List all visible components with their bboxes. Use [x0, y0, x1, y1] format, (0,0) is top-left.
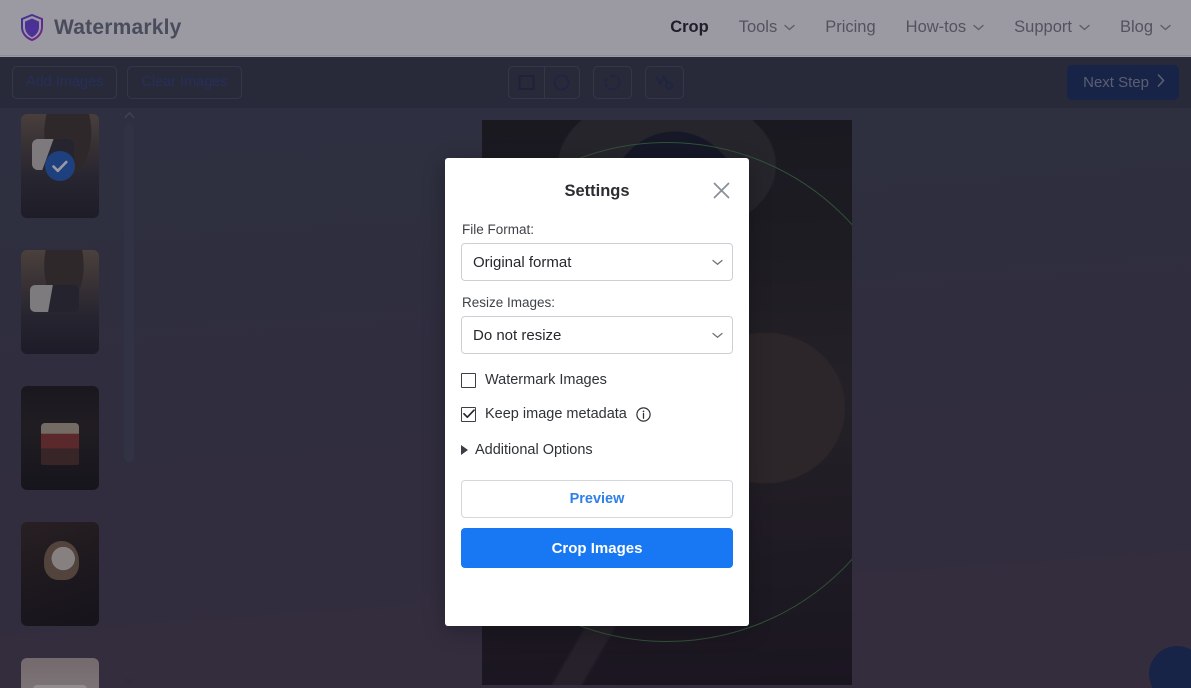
- file-format-field: Original format: [461, 243, 733, 281]
- keep-metadata-checkbox[interactable]: [461, 406, 476, 422]
- info-icon[interactable]: [636, 406, 651, 422]
- page-root: Watermarkly Crop Tools Pricing How-tos S…: [0, 0, 1191, 688]
- watermark-images-checkbox-row[interactable]: Watermark Images: [461, 372, 733, 388]
- close-icon[interactable]: [709, 178, 733, 202]
- triangle-right-icon: [461, 445, 468, 455]
- watermark-images-label: Watermark Images: [485, 372, 607, 388]
- keep-metadata-checkbox-row[interactable]: Keep image metadata: [461, 406, 733, 422]
- additional-options-label: Additional Options: [475, 442, 593, 458]
- additional-options-toggle[interactable]: Additional Options: [461, 442, 733, 458]
- modal-header: Settings: [461, 174, 733, 208]
- resize-images-select[interactable]: Do not resize: [461, 316, 733, 354]
- modal-title: Settings: [564, 181, 630, 200]
- file-format-select[interactable]: Original format: [461, 243, 733, 281]
- resize-images-field: Do not resize: [461, 316, 733, 354]
- file-format-label: File Format:: [462, 222, 535, 237]
- crop-images-button[interactable]: Crop Images: [461, 528, 733, 568]
- watermark-images-checkbox[interactable]: [461, 372, 476, 388]
- resize-images-label: Resize Images:: [462, 295, 556, 310]
- preview-button[interactable]: Preview: [461, 480, 733, 518]
- keep-metadata-label: Keep image metadata: [485, 406, 627, 422]
- settings-modal: Settings File Format: Original format Re…: [445, 158, 749, 626]
